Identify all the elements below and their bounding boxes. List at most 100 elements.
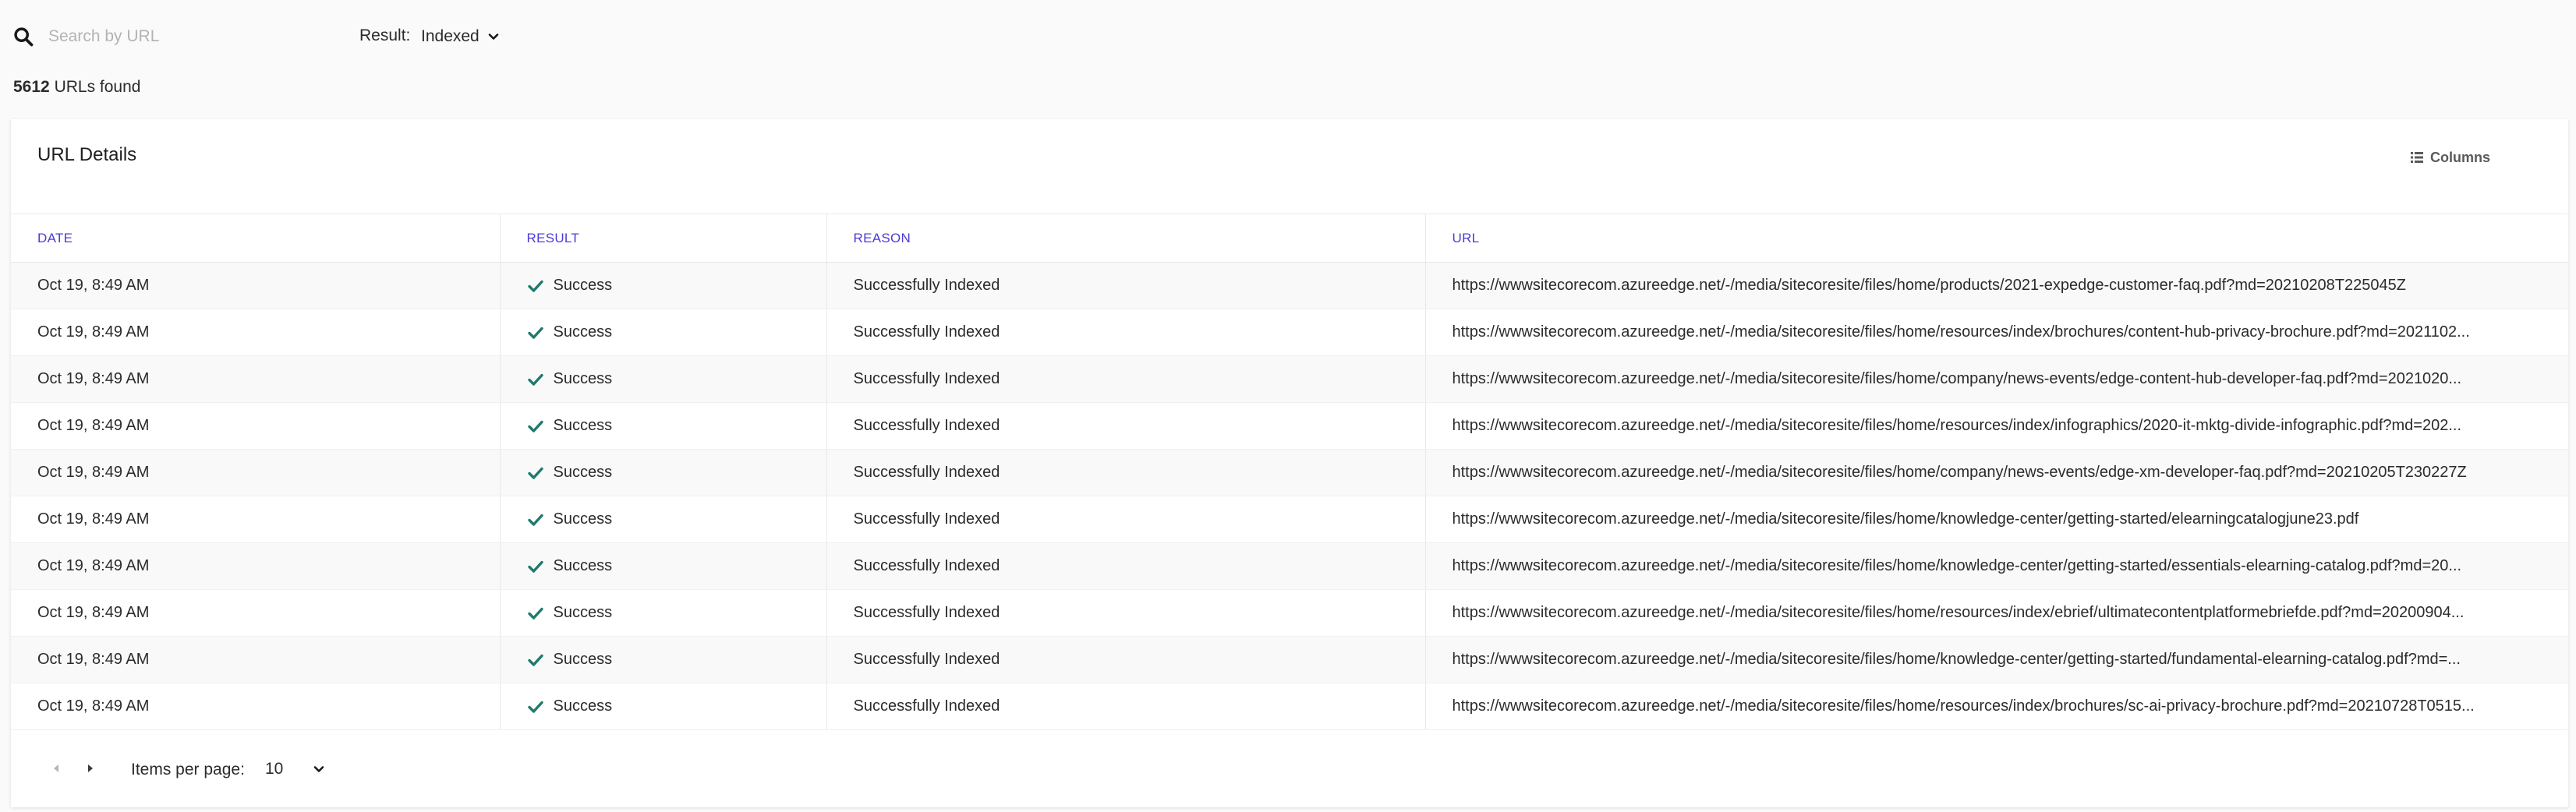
search-input[interactable] — [48, 22, 313, 51]
cell-date: Oct 19, 8:49 AM — [11, 355, 500, 403]
cell-url[interactable]: https://wwwsitecorecom.azureedge.net/-/m… — [1424, 355, 2568, 403]
result-text: Success — [553, 464, 613, 481]
result-filter-dropdown[interactable]: Indexed — [421, 23, 500, 50]
table-row[interactable]: Oct 19, 8:49 AM Success Successfully Ind… — [11, 309, 2568, 356]
table-row[interactable]: Oct 19, 8:49 AM Success Successfully Ind… — [11, 262, 2568, 309]
url-text[interactable]: https://wwwsitecorecom.azureedge.net/-/m… — [1453, 697, 2475, 715]
url-text[interactable]: https://wwwsitecorecom.azureedge.net/-/m… — [1453, 604, 2465, 621]
items-per-page-value: 10 — [265, 760, 284, 778]
url-text[interactable]: https://wwwsitecorecom.azureedge.net/-/m… — [1453, 510, 2359, 528]
cell-url[interactable]: https://wwwsitecorecom.azureedge.net/-/m… — [1424, 636, 2568, 683]
url-text[interactable]: https://wwwsitecorecom.azureedge.net/-/m… — [1453, 323, 2470, 341]
result-text: Success — [553, 557, 613, 574]
url-text[interactable]: https://wwwsitecorecom.azureedge.net/-/m… — [1453, 370, 2462, 387]
check-icon — [527, 607, 543, 620]
cell-reason: Successfully Indexed — [826, 542, 1425, 590]
result-text: Success — [553, 417, 613, 434]
columns-button[interactable]: Columns — [2410, 146, 2490, 169]
table-row[interactable]: Oct 19, 8:49 AM Success Successfully Ind… — [11, 355, 2568, 403]
items-per-page-dropdown[interactable]: 10 — [265, 757, 325, 781]
result-cell-content: Success — [527, 651, 826, 669]
cell-url[interactable]: https://wwwsitecorecom.azureedge.net/-/m… — [1424, 402, 2568, 450]
chevron-left-icon[interactable] — [48, 761, 64, 776]
url-text[interactable]: https://wwwsitecorecom.azureedge.net/-/m… — [1453, 557, 2462, 574]
cell-result: Success — [499, 636, 826, 683]
date-text: Oct 19, 8:49 AM — [37, 651, 150, 668]
column-header-date[interactable]: DATE — [11, 214, 500, 263]
cell-url[interactable]: https://wwwsitecorecom.azureedge.net/-/m… — [1424, 589, 2568, 637]
reason-text: Successfully Indexed — [853, 557, 1000, 574]
cell-reason: Successfully Indexed — [826, 636, 1425, 683]
cell-reason: Successfully Indexed — [826, 496, 1425, 543]
cell-url[interactable]: https://wwwsitecorecom.azureedge.net/-/m… — [1424, 683, 2568, 730]
date-text: Oct 19, 8:49 AM — [37, 323, 150, 341]
cell-reason: Successfully Indexed — [826, 402, 1425, 450]
cell-result: Success — [499, 496, 826, 543]
cell-date: Oct 19, 8:49 AM — [11, 636, 500, 683]
check-icon — [527, 280, 543, 292]
toolbar: Result: Indexed 5612 URLs found — [0, 0, 2576, 96]
results-count: 5612 URLs found — [13, 78, 140, 97]
cell-result: Success — [499, 589, 826, 637]
date-text: Oct 19, 8:49 AM — [37, 417, 150, 434]
table-row[interactable]: Oct 19, 8:49 AM Success Successfully Ind… — [11, 496, 2568, 543]
list-icon — [2410, 152, 2423, 163]
column-header-reason[interactable]: REASON — [826, 214, 1425, 263]
reason-text: Successfully Indexed — [853, 510, 1000, 528]
pagination: Items per page: 10 — [11, 733, 2568, 807]
table-row[interactable]: Oct 19, 8:49 AM Success Successfully Ind… — [11, 542, 2568, 590]
cell-url[interactable]: https://wwwsitecorecom.azureedge.net/-/m… — [1424, 262, 2568, 309]
table-row[interactable]: Oct 19, 8:49 AM Success Successfully Ind… — [11, 589, 2568, 637]
date-text: Oct 19, 8:49 AM — [37, 277, 150, 294]
column-header-result[interactable]: RESULT — [499, 214, 826, 263]
url-text[interactable]: https://wwwsitecorecom.azureedge.net/-/m… — [1453, 651, 2461, 668]
date-text: Oct 19, 8:49 AM — [37, 510, 150, 528]
result-cell-content: Success — [527, 370, 826, 388]
cell-date: Oct 19, 8:49 AM — [11, 309, 500, 356]
url-table: DATE RESULT REASON URL Oct 19, 8:49 AM S… — [11, 214, 2568, 730]
check-icon — [527, 373, 543, 386]
cell-url[interactable]: https://wwwsitecorecom.azureedge.net/-/m… — [1424, 449, 2568, 496]
table-row[interactable]: Oct 19, 8:49 AM Success Successfully Ind… — [11, 683, 2568, 730]
result-cell-content: Success — [527, 604, 826, 622]
column-header-url[interactable]: URL — [1424, 214, 2568, 263]
card-title: URL Details — [37, 144, 137, 165]
url-text[interactable]: https://wwwsitecorecom.azureedge.net/-/m… — [1453, 417, 2462, 434]
result-text: Success — [553, 604, 613, 621]
date-text: Oct 19, 8:49 AM — [37, 697, 150, 715]
check-icon — [527, 467, 543, 479]
cell-result: Success — [499, 449, 826, 496]
table-row[interactable]: Oct 19, 8:49 AM Success Successfully Ind… — [11, 449, 2568, 496]
cell-reason: Successfully Indexed — [826, 589, 1425, 637]
cell-date: Oct 19, 8:49 AM — [11, 496, 500, 543]
chevron-right-icon[interactable] — [83, 761, 98, 776]
result-text: Success — [553, 370, 613, 387]
result-cell-content: Success — [527, 557, 826, 575]
cell-date: Oct 19, 8:49 AM — [11, 262, 500, 309]
cell-reason: Successfully Indexed — [826, 309, 1425, 356]
search-icon[interactable] — [12, 26, 34, 48]
cell-url[interactable]: https://wwwsitecorecom.azureedge.net/-/m… — [1424, 496, 2568, 543]
table-row[interactable]: Oct 19, 8:49 AM Success Successfully Ind… — [11, 402, 2568, 450]
cell-reason: Successfully Indexed — [826, 262, 1425, 309]
cell-date: Oct 19, 8:49 AM — [11, 449, 500, 496]
results-count-number: 5612 — [13, 78, 50, 96]
cell-url[interactable]: https://wwwsitecorecom.azureedge.net/-/m… — [1424, 309, 2568, 356]
url-details-card: URL Details Columns DATE RESULT REASON U… — [11, 119, 2568, 807]
date-text: Oct 19, 8:49 AM — [37, 370, 150, 387]
check-icon — [527, 701, 543, 713]
reason-text: Successfully Indexed — [853, 697, 1000, 715]
result-text: Success — [553, 510, 613, 528]
result-text: Success — [553, 697, 613, 715]
cell-date: Oct 19, 8:49 AM — [11, 683, 500, 730]
url-text[interactable]: https://wwwsitecorecom.azureedge.net/-/m… — [1453, 277, 2406, 294]
result-cell-content: Success — [527, 323, 826, 341]
check-icon — [527, 654, 543, 666]
cell-url[interactable]: https://wwwsitecorecom.azureedge.net/-/m… — [1424, 542, 2568, 590]
table-row[interactable]: Oct 19, 8:49 AM Success Successfully Ind… — [11, 636, 2568, 683]
result-text: Success — [553, 323, 613, 341]
cell-date: Oct 19, 8:49 AM — [11, 589, 500, 637]
cell-result: Success — [499, 542, 826, 590]
url-text[interactable]: https://wwwsitecorecom.azureedge.net/-/m… — [1453, 464, 2467, 481]
result-cell-content: Success — [527, 464, 826, 482]
